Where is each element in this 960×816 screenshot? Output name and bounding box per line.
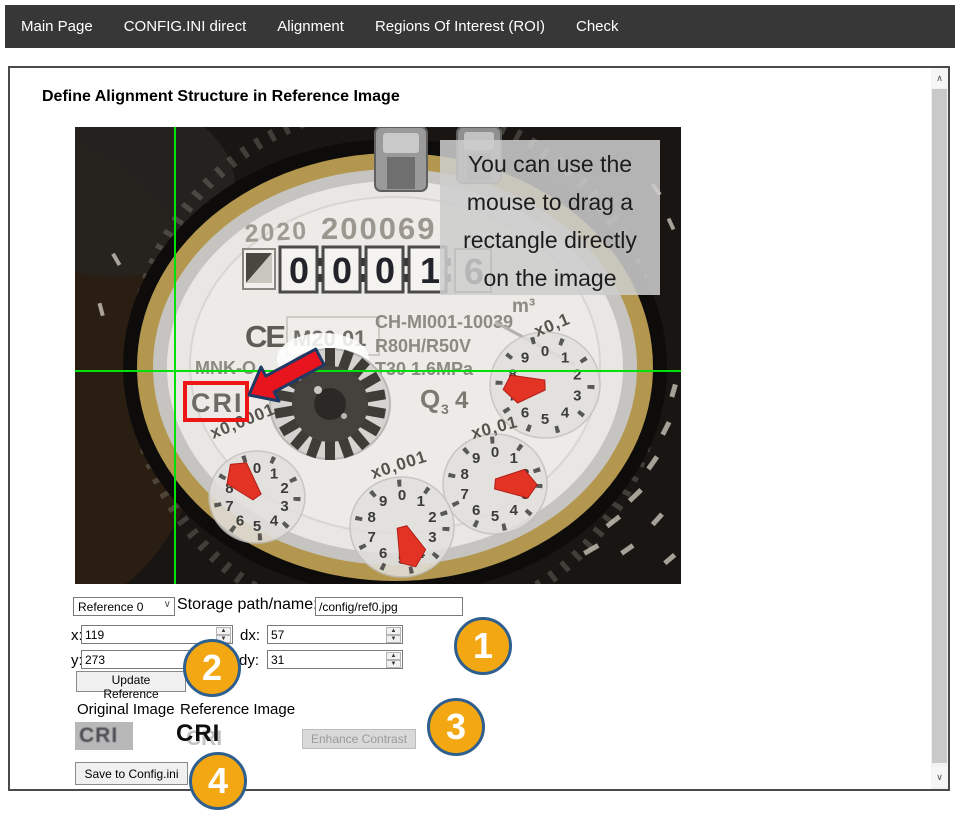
content-frame: Define Alignment Structure in Reference …: [8, 66, 950, 791]
svg-text:4: 4: [561, 405, 570, 422]
dial-x0-01: 0123456789: [443, 434, 547, 534]
svg-text:6: 6: [472, 502, 480, 519]
svg-text:9: 9: [521, 350, 529, 367]
svg-text:4: 4: [455, 387, 469, 414]
svg-text:7: 7: [460, 486, 468, 503]
callout-3: 3: [427, 698, 485, 756]
dx-spinner: ▲ ▼: [386, 627, 401, 642]
nav-main-page[interactable]: Main Page: [21, 18, 93, 35]
update-reference-button[interactable]: Update Reference: [76, 671, 186, 692]
svg-text:CRI: CRI: [191, 388, 244, 418]
dy-input-wrap: ▲ ▼: [267, 650, 403, 669]
svg-text:1: 1: [420, 250, 440, 291]
dx-input-wrap: ▲ ▼: [267, 625, 403, 644]
spinner-up-icon[interactable]: ▲: [386, 652, 401, 660]
svg-text:MNK-O: MNK-O: [195, 358, 256, 378]
svg-text:9: 9: [379, 493, 387, 510]
svg-text:5: 5: [491, 508, 499, 525]
nav-check[interactable]: Check: [576, 18, 619, 35]
svg-text:T30 1.6MPa: T30 1.6MPa: [375, 359, 474, 379]
callout-4: 4: [189, 752, 247, 810]
svg-text:7: 7: [225, 498, 233, 515]
svg-text:9: 9: [472, 450, 480, 467]
nav-config-ini[interactable]: CONFIG.INI direct: [124, 18, 247, 35]
spinner-down-icon[interactable]: ▼: [386, 660, 401, 668]
save-to-config-button[interactable]: Save to Config.ini: [75, 762, 188, 785]
svg-text:0: 0: [491, 444, 499, 461]
svg-text:3: 3: [280, 498, 288, 515]
svg-text:1: 1: [510, 450, 518, 467]
scroll-up-icon[interactable]: ∧: [931, 68, 948, 88]
svg-text:0: 0: [332, 250, 352, 291]
svg-text:0: 0: [375, 250, 395, 291]
svg-text:8: 8: [367, 509, 375, 526]
svg-text:2: 2: [573, 367, 581, 384]
svg-text:200069: 200069: [321, 211, 436, 246]
dy-spinner: ▲ ▼: [386, 652, 401, 667]
svg-text:0: 0: [253, 460, 261, 477]
svg-text:0: 0: [398, 487, 406, 504]
dy-label: dy:: [239, 652, 259, 669]
svg-text:4: 4: [510, 502, 519, 519]
svg-text:0: 0: [289, 250, 309, 291]
original-crop-image: CRI: [75, 722, 133, 750]
nav-alignment[interactable]: Alignment: [277, 18, 344, 35]
svg-text:1: 1: [417, 493, 425, 510]
svg-text:Q: Q: [420, 384, 440, 414]
svg-text:2: 2: [428, 509, 436, 526]
storage-path-label: Storage path/name:: [177, 596, 318, 614]
svg-text:R80H/R50V: R80H/R50V: [375, 336, 471, 356]
svg-text:0: 0: [541, 343, 549, 360]
svg-text:6: 6: [521, 405, 529, 422]
svg-text:3: 3: [441, 401, 449, 417]
svg-text:2020: 2020: [244, 217, 309, 248]
original-image-label: Original Image: [77, 701, 175, 718]
reference-select-wrap: Reference 0 ∨: [73, 597, 175, 616]
callout-1: 1: [454, 617, 512, 675]
callout-2: 2: [183, 639, 241, 697]
svg-text:1: 1: [270, 466, 278, 483]
scrollbar-thumb[interactable]: [932, 89, 947, 763]
top-navbar: Main Page CONFIG.INI direct Alignment Re…: [5, 5, 955, 48]
page-title: Define Alignment Structure in Reference …: [42, 88, 400, 106]
nav-roi[interactable]: Regions Of Interest (ROI): [375, 18, 545, 35]
svg-text:5: 5: [253, 518, 261, 535]
drag-hint-overlay: You can use the mouse to drag a rectangl…: [440, 140, 660, 295]
svg-text:1: 1: [561, 350, 569, 367]
dx-input[interactable]: [267, 625, 403, 644]
svg-text:3: 3: [573, 388, 581, 405]
spinner-up-icon[interactable]: ▲: [216, 627, 231, 635]
spinner-up-icon[interactable]: ▲: [386, 627, 401, 635]
svg-text:CE: CE: [245, 319, 285, 354]
scroll-down-icon[interactable]: ∨: [931, 767, 948, 787]
dx-label: dx:: [240, 627, 260, 644]
dial-x0-001: 0123456789: [350, 477, 454, 577]
svg-text:3: 3: [428, 529, 436, 546]
svg-text:5: 5: [541, 411, 549, 428]
storage-path-input[interactable]: [315, 597, 463, 616]
reference-crop-image: CRI CRI: [174, 719, 234, 750]
svg-text:2: 2: [280, 480, 288, 497]
dy-input[interactable]: [267, 650, 403, 669]
svg-text:6: 6: [236, 513, 244, 530]
dial-x0-0001: 0123456789: [209, 451, 305, 543]
svg-text:m³: m³: [512, 296, 535, 317]
reference-image[interactable]: 2020 200069 0 0 0 1: [75, 127, 681, 584]
vertical-scrollbar[interactable]: ∧ ∨: [931, 68, 948, 789]
svg-text:8: 8: [460, 466, 468, 483]
svg-text:CH-MI001-10039: CH-MI001-10039: [375, 312, 513, 332]
svg-text:6: 6: [379, 545, 387, 562]
reference-image-label: Reference Image: [180, 701, 295, 718]
spinner-down-icon[interactable]: ▼: [386, 635, 401, 643]
enhance-contrast-button[interactable]: Enhance Contrast: [302, 729, 416, 749]
reference-select[interactable]: Reference 0: [73, 597, 175, 616]
svg-text:4: 4: [270, 513, 279, 530]
svg-text:7: 7: [367, 529, 375, 546]
